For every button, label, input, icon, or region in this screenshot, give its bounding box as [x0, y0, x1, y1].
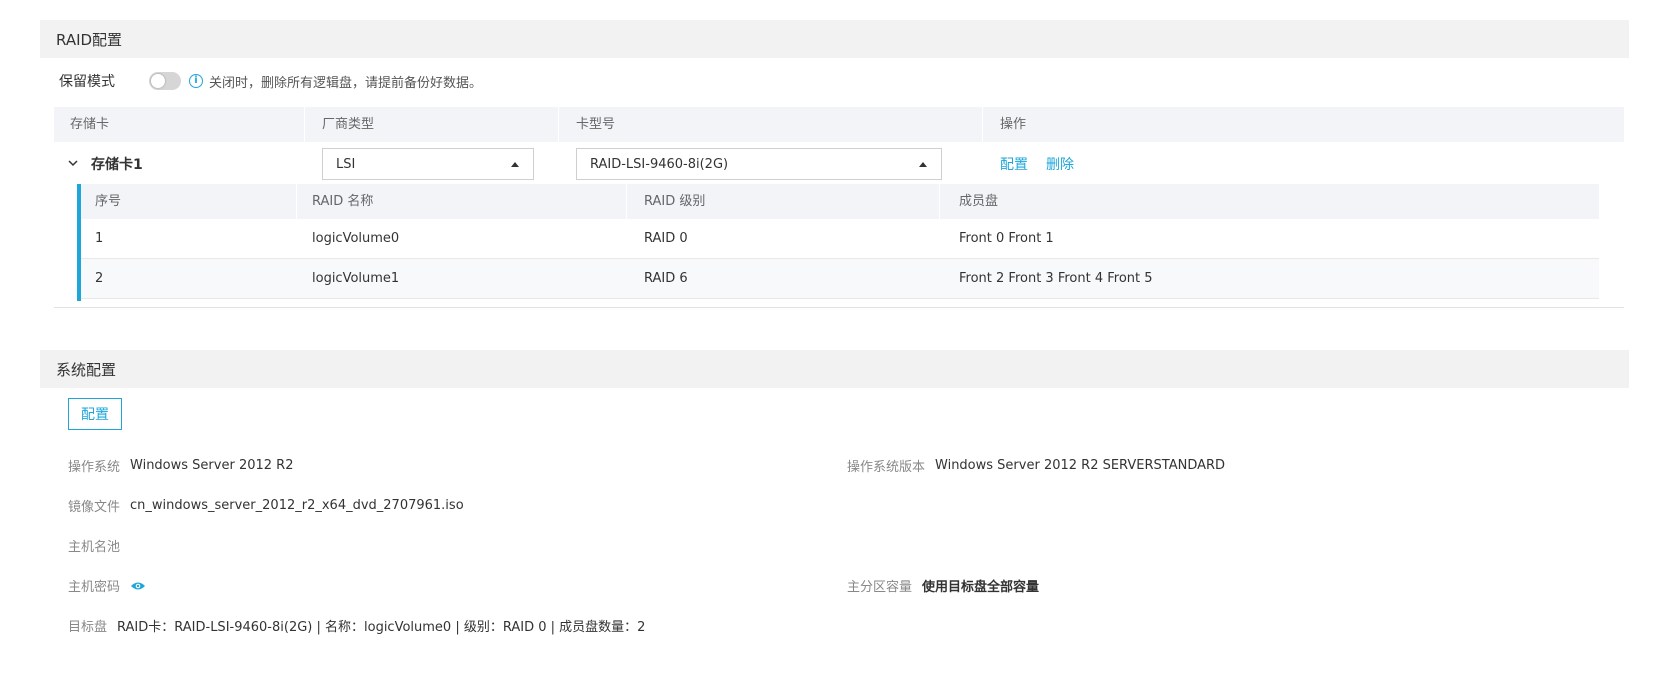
column-header-model: 卡型号 [576, 117, 616, 132]
column-header-raid-level: RAID 级别 [644, 194, 706, 209]
row-raid-name: logicVolume0 [312, 231, 400, 246]
raid-volume-table-header: 序号 RAID 名称 RAID 级别 成员盘 [81, 184, 1599, 219]
system-section-title: 系统配置 [56, 360, 117, 379]
table-row[interactable]: 1 logicVolume0 RAID 0 Front 0 Front 1 [81, 219, 1599, 259]
column-header-vendor: 厂商类型 [322, 117, 375, 132]
row-raid-level: RAID 0 [644, 231, 688, 246]
storage-card-row: 存储卡1 LSI RAID-LSI-9460-8i(2G) 配置 删除 [54, 146, 1624, 184]
os-label: 操作系统 [68, 459, 121, 475]
os-version-value: Windows Server 2012 R2 SERVERSTANDARD [935, 457, 1226, 473]
image-file-field: 镜像文件 cn_windows_server_2012_r2_x64_dvd_2… [68, 495, 464, 515]
hostname-pool-label: 主机名池 [68, 539, 121, 555]
column-divider [304, 107, 305, 142]
os-version-field: 操作系统版本 Windows Server 2012 R2 SERVERSTAN… [847, 455, 1225, 475]
column-divider [558, 107, 559, 142]
info-icon: i [189, 74, 203, 88]
column-divider [982, 107, 983, 142]
row-members: Front 0 Front 1 [959, 231, 1054, 246]
table-divider [54, 307, 1624, 308]
raid-section-title: RAID配置 [56, 30, 123, 49]
column-header-members: 成员盘 [959, 194, 999, 209]
row-index: 1 [95, 231, 104, 246]
table-row[interactable]: 2 logicVolume1 RAID 6 Front 2 Front 3 Fr… [81, 259, 1599, 299]
host-password-label: 主机密码 [68, 579, 121, 595]
keep-mode-toggle[interactable] [149, 72, 181, 90]
caret-up-icon [919, 162, 927, 167]
configure-link[interactable]: 配置 [1000, 146, 1028, 184]
row-raid-level: RAID 6 [644, 271, 688, 286]
column-header-storage-card: 存储卡 [70, 117, 110, 132]
model-select[interactable]: RAID-LSI-9460-8i(2G) [576, 148, 942, 180]
os-version-label: 操作系统版本 [847, 459, 926, 475]
os-field: 操作系统 Windows Server 2012 R2 [68, 455, 293, 475]
os-value: Windows Server 2012 R2 [130, 457, 294, 473]
hostname-pool-field: 主机名池 [68, 535, 130, 555]
system-section-header: 系统配置 [40, 350, 1629, 388]
caret-up-icon [511, 162, 519, 167]
target-disk-label: 目标盘 [68, 619, 108, 635]
vendor-select-value: LSI [336, 156, 356, 172]
target-disk-value: RAID卡：RAID-LSI-9460-8i(2G) | 名称：logicVol… [117, 619, 646, 635]
storage-card-name: 存储卡1 [91, 157, 143, 173]
primary-partition-field: 主分区容量 使用目标盘全部容量 [847, 575, 1039, 595]
raid-volume-table: 序号 RAID 名称 RAID 级别 成员盘 1 logicVolume0 RA… [77, 184, 1599, 301]
system-configure-button[interactable]: 配置 [68, 398, 122, 430]
toggle-knob [151, 74, 165, 88]
image-file-value: cn_windows_server_2012_r2_x64_dvd_270796… [130, 497, 464, 513]
column-divider [626, 184, 627, 219]
model-select-value: RAID-LSI-9460-8i(2G) [590, 156, 729, 172]
column-divider [939, 184, 940, 219]
row-raid-name: logicVolume1 [312, 271, 400, 286]
keep-mode-row: 保留模式 i 关闭时，删除所有逻辑盘，请提前备份好数据。 [59, 70, 482, 92]
chevron-down-icon[interactable] [68, 158, 78, 168]
column-header-actions: 操作 [1000, 117, 1027, 132]
keep-mode-hint: 关闭时，删除所有逻辑盘，请提前备份好数据。 [209, 75, 483, 91]
primary-partition-label: 主分区容量 [847, 579, 913, 595]
raid-section-header: RAID配置 [40, 20, 1629, 58]
column-divider [296, 184, 297, 219]
image-file-label: 镜像文件 [68, 499, 121, 515]
column-header-index: 序号 [95, 194, 122, 209]
primary-partition-value: 使用目标盘全部容量 [922, 579, 1040, 595]
eye-icon[interactable] [130, 580, 146, 590]
row-members: Front 2 Front 3 Front 4 Front 5 [959, 271, 1153, 286]
row-index: 2 [95, 271, 104, 286]
host-password-field: 主机密码 [68, 575, 146, 595]
target-disk-field: 目标盘 RAID卡：RAID-LSI-9460-8i(2G) | 名称：logi… [68, 615, 645, 635]
vendor-select[interactable]: LSI [322, 148, 534, 180]
delete-link[interactable]: 删除 [1046, 146, 1074, 184]
column-header-raid-name: RAID 名称 [312, 194, 374, 209]
keep-mode-label: 保留模式 [59, 74, 115, 90]
storage-card-table-header: 存储卡 厂商类型 卡型号 操作 [54, 107, 1624, 142]
